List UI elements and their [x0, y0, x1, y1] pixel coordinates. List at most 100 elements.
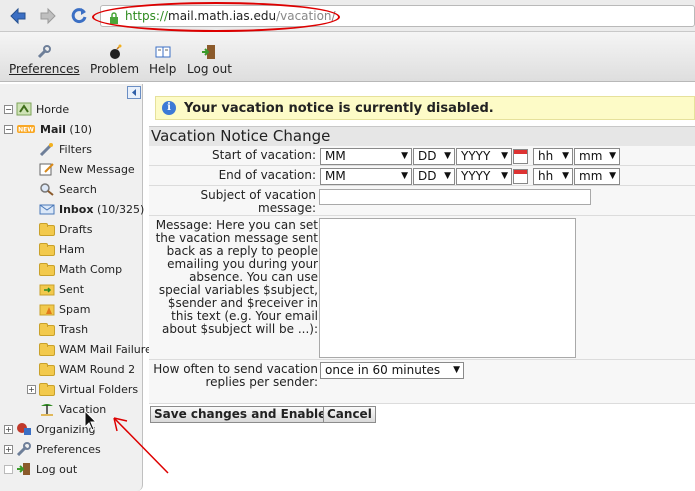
toolbar-label: Preferences	[9, 62, 80, 76]
end-label: End of vacation:	[218, 168, 316, 182]
url-scheme: https://	[125, 9, 169, 23]
bomb-icon	[90, 44, 139, 60]
message-textarea[interactable]	[319, 218, 576, 358]
select-value: DD	[418, 149, 437, 163]
sidebar-item-mail[interactable]: − NEW Mail (10)	[4, 119, 92, 139]
organizing-icon	[16, 422, 32, 436]
sidebar-item-wam-round-2[interactable]: WAM Round 2	[39, 359, 135, 379]
folder-icon	[39, 222, 55, 236]
sidebar-item-trash[interactable]: Trash	[39, 319, 88, 339]
sidebar-item-drafts[interactable]: Drafts	[39, 219, 92, 239]
folder-icon	[39, 382, 55, 396]
select-value: mm	[579, 169, 603, 183]
toolbar-logout[interactable]: Log out	[187, 44, 232, 76]
forward-button[interactable]	[36, 4, 60, 28]
sidebar-item-label: Horde	[36, 102, 70, 116]
end-month-select[interactable]: MM ▼	[320, 168, 412, 185]
save-enable-button[interactable]: Save changes and Enable	[150, 406, 331, 423]
end-year-select[interactable]: YYYY ▼	[456, 168, 512, 185]
toolbar-label: Problem	[90, 62, 140, 76]
sidebar-item-spam[interactable]: Spam	[39, 299, 90, 319]
sidebar-item-logout[interactable]: Log out	[4, 459, 77, 479]
end-hour-select[interactable]: hh ▼	[533, 168, 573, 185]
new-mail-icon: NEW	[16, 122, 36, 136]
sidebar-item-filters[interactable]: Filters	[39, 139, 92, 159]
url-path: /vacation/	[276, 9, 336, 23]
sidebar-item-inbox[interactable]: Inbox (10/325)	[39, 199, 144, 219]
toolbar-preferences[interactable]: Preferences	[9, 44, 80, 76]
sent-folder-icon	[39, 282, 55, 296]
start-hour-select[interactable]: hh ▼	[533, 148, 573, 165]
wrench-icon	[9, 44, 80, 60]
frequency-label: How often to send vacation replies per s…	[153, 362, 318, 389]
collapse-toggle-icon[interactable]: −	[4, 124, 13, 134]
sidebar-item-label: Filters	[59, 142, 92, 156]
vacation-icon	[39, 402, 55, 416]
back-button[interactable]	[6, 4, 30, 28]
collapse-toggle-icon[interactable]: −	[4, 104, 13, 114]
sidebar-collapse-button[interactable]	[127, 86, 141, 99]
sidebar-item-label: Drafts	[59, 222, 93, 236]
notice-text: Your vacation notice is currently disabl…	[184, 100, 494, 116]
start-month-select[interactable]: MM ▼	[320, 148, 412, 165]
reload-button[interactable]	[67, 4, 91, 28]
end-minute-select[interactable]: mm ▼	[574, 168, 620, 185]
url-bar[interactable]: https://mail.math.ias.edu/vacation/	[100, 5, 695, 27]
select-value: MM	[325, 149, 346, 163]
toolbar-label: Log out	[187, 62, 232, 76]
sidebar-item-sent[interactable]: Sent	[39, 279, 84, 299]
inbox-icon	[39, 202, 55, 216]
sidebar-item-search[interactable]: Search	[39, 179, 97, 199]
start-year-select[interactable]: YYYY ▼	[456, 148, 512, 165]
sidebar-item-label: WAM Mail Failure	[59, 342, 152, 356]
sidebar-item-math-comp[interactable]: Math Comp	[39, 259, 122, 279]
sidebar-item-label: Log out	[36, 462, 78, 476]
toolbar-problem[interactable]: Problem	[90, 44, 139, 76]
calendar-icon[interactable]	[513, 149, 528, 164]
sidebar-item-label: Math Comp	[59, 262, 123, 276]
sidebar-item-label: Ham	[59, 242, 85, 256]
door-icon	[16, 462, 32, 476]
sidebar-item-label: Mail	[40, 122, 66, 136]
folder-icon	[39, 342, 55, 356]
svg-text:NEW: NEW	[18, 127, 34, 134]
select-value: YYYY	[461, 149, 491, 163]
toolbar-help[interactable]: Help	[149, 44, 176, 76]
folder-icon	[39, 262, 55, 276]
message-label: Message: Here you can set the vacation m…	[155, 218, 318, 336]
sidebar-item-ham[interactable]: Ham	[39, 239, 85, 259]
sidebar-item-wam-mail-failure[interactable]: WAM Mail Failure	[39, 339, 152, 359]
start-day-select[interactable]: DD ▼	[413, 148, 455, 165]
compose-icon	[39, 162, 55, 176]
filters-icon	[39, 142, 55, 157]
start-minute-select[interactable]: mm ▼	[574, 148, 620, 165]
unread-count: (10/325)	[96, 202, 145, 216]
horde-icon	[16, 102, 32, 116]
dropdown-arrow-icon: ▼	[444, 151, 451, 161]
sidebar-item-new-message[interactable]: New Message	[39, 159, 135, 179]
reload-icon	[71, 8, 87, 24]
expand-toggle-icon[interactable]: +	[4, 444, 13, 454]
end-day-select[interactable]: DD ▼	[413, 168, 455, 185]
sidebar-item-virtual-folders[interactable]: + Virtual Folders	[27, 379, 138, 399]
subject-input[interactable]	[319, 189, 591, 205]
status-notice: i Your vacation notice is currently disa…	[155, 96, 695, 120]
dropdown-arrow-icon: ▼	[453, 365, 460, 375]
cancel-button[interactable]: Cancel	[323, 406, 376, 423]
frequency-select[interactable]: once in 60 minutes ▼	[320, 362, 464, 379]
wrench-icon	[16, 442, 32, 457]
start-label: Start of vacation:	[212, 148, 316, 162]
dropdown-arrow-icon: ▼	[562, 151, 569, 161]
sidebar-item-horde[interactable]: − Horde	[4, 99, 69, 119]
calendar-icon[interactable]	[513, 169, 528, 184]
select-value: mm	[579, 149, 603, 163]
spam-folder-icon	[39, 302, 55, 316]
expand-toggle-icon[interactable]: +	[27, 384, 36, 394]
info-icon: i	[162, 101, 176, 115]
sidebar-item-label: Virtual Folders	[59, 382, 139, 396]
lock-icon	[109, 10, 119, 26]
expand-toggle-icon[interactable]: +	[4, 424, 13, 434]
unread-count: (10)	[69, 122, 93, 136]
dropdown-arrow-icon: ▼	[444, 171, 451, 181]
folder-icon	[39, 362, 55, 376]
